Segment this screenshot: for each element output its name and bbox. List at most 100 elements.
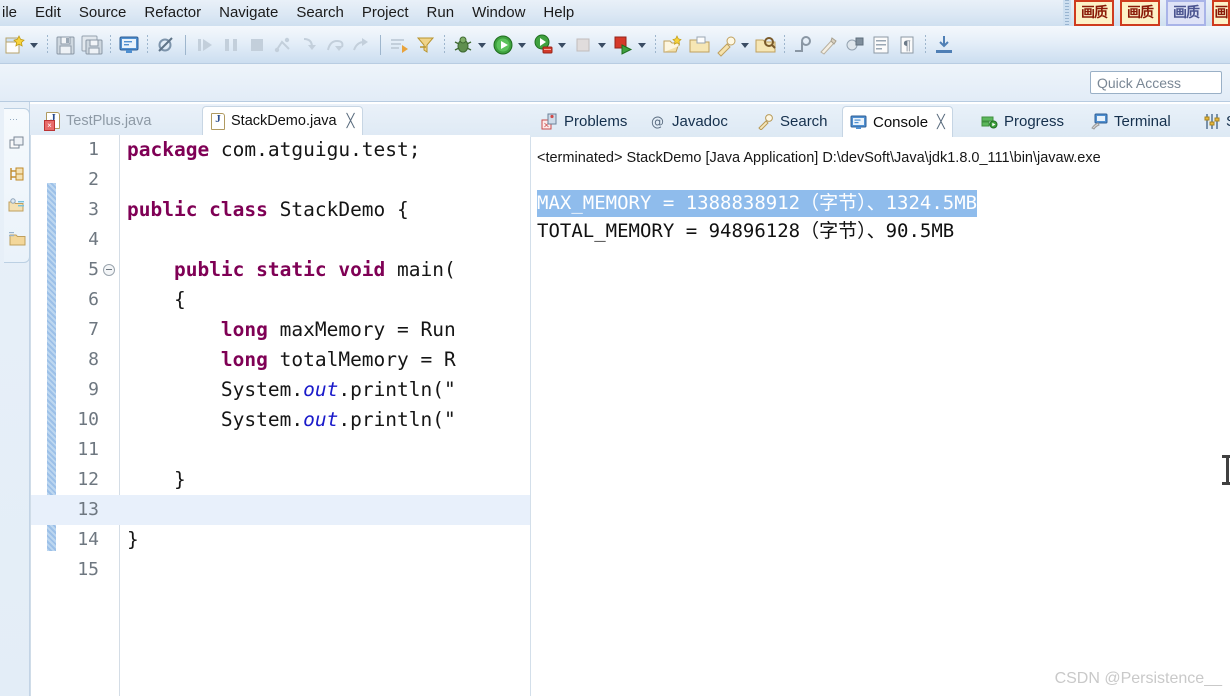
project-explorer-icon[interactable]: [8, 229, 26, 247]
menu-navigate[interactable]: Navigate: [210, 2, 287, 25]
save-all-icon[interactable]: [80, 33, 104, 57]
svg-text:@: @: [651, 115, 664, 130]
open-type-icon[interactable]: [714, 33, 738, 57]
package-explorer-icon[interactable]: [8, 197, 26, 215]
line-number: 4: [88, 229, 99, 250]
editor-tab-stackdemo[interactable]: StackDemo.java ╳: [202, 106, 364, 135]
terminate-icon[interactable]: [245, 33, 269, 57]
run-dropdown-arrow[interactable]: [516, 33, 528, 57]
new-class-icon[interactable]: [688, 33, 712, 57]
menu-edit[interactable]: Edit: [26, 2, 70, 25]
terminal-icon: [1091, 113, 1108, 130]
tab-progress[interactable]: Progress: [974, 106, 1071, 137]
menu-file[interactable]: ile: [0, 2, 26, 25]
editor-tab-bar: TestPlus.java StackDemo.java ╳: [30, 104, 530, 135]
new-wizard-icon[interactable]: [3, 33, 27, 57]
run-last-icon[interactable]: [611, 33, 635, 57]
search-dropdown-arrow[interactable]: [739, 33, 751, 57]
bottom-view-area: × Problems @ Javadoc Search Console ╳ Pr…: [530, 104, 1230, 696]
save-icon[interactable]: [54, 33, 78, 57]
code-editor[interactable]: 1 package com.atguigu.test; 2 3 public c…: [30, 135, 530, 696]
disconnect-icon[interactable]: [271, 33, 295, 57]
overlay-quality-button-4[interactable]: 画: [1212, 0, 1230, 26]
debug-dropdown-arrow[interactable]: [476, 33, 488, 57]
overlay-quality-button-1[interactable]: 画质: [1074, 0, 1114, 26]
tab-problems[interactable]: × Problems: [534, 106, 634, 137]
outline-view-icon[interactable]: [8, 165, 26, 183]
menu-help[interactable]: Help: [534, 2, 583, 25]
java-file-error-icon: [44, 112, 60, 131]
code-text: System.out.println(": [127, 378, 456, 401]
toolbar-divider-2: [380, 34, 381, 55]
close-icon[interactable]: ╳: [937, 114, 945, 130]
step-into-icon[interactable]: [297, 33, 321, 57]
search-icon[interactable]: [754, 33, 778, 57]
console-icon[interactable]: [117, 33, 141, 57]
menu-window[interactable]: Window: [463, 2, 534, 25]
code-text: public static void main(: [173, 258, 456, 281]
tab-terminal[interactable]: Terminal: [1084, 106, 1178, 137]
line-number: 2: [88, 169, 99, 190]
menu-source[interactable]: Source: [70, 2, 136, 25]
step-return-icon[interactable]: [349, 33, 373, 57]
coverage-icon[interactable]: [571, 33, 595, 57]
java-file-icon: [211, 112, 225, 130]
menu-refactor[interactable]: Refactor: [135, 2, 210, 25]
fast-view-panel: ⋯: [4, 108, 30, 263]
external-tools-icon[interactable]: [531, 33, 555, 57]
run-last-dropdown-arrow[interactable]: [636, 33, 648, 57]
new-dropdown-arrow[interactable]: [28, 33, 40, 57]
quick-access-input[interactable]: Quick Access: [1090, 71, 1222, 94]
toolbar-sep-5: [655, 34, 656, 55]
restore-icon[interactable]: [8, 135, 26, 153]
toolbar-sep-7: [925, 34, 926, 55]
pin-editor-icon[interactable]: [932, 33, 956, 57]
open-task-icon[interactable]: [791, 33, 815, 57]
new-java-package-icon[interactable]: [662, 33, 686, 57]
tab-javadoc[interactable]: @ Javadoc: [642, 106, 735, 137]
line-number: 9: [88, 379, 99, 400]
skip-breakpoints-icon[interactable]: [154, 33, 178, 57]
suspend-icon[interactable]: [219, 33, 243, 57]
external-dropdown-arrow[interactable]: [556, 33, 568, 57]
tab-servers[interactable]: S: [1196, 106, 1230, 137]
code-line-1: 1 package com.atguigu.test;: [31, 135, 530, 165]
use-step-filters-icon[interactable]: [414, 33, 438, 57]
code-line-9: 9 System.out.println(": [31, 375, 530, 405]
close-icon[interactable]: ╳: [347, 113, 355, 129]
run-icon[interactable]: [491, 33, 515, 57]
code-text: long maxMemory = Run: [220, 318, 456, 341]
text-cursor: [1222, 455, 1230, 485]
coverage-dropdown-arrow[interactable]: [596, 33, 608, 57]
step-over-icon[interactable]: [323, 33, 347, 57]
fold-collapse-icon[interactable]: [103, 264, 115, 276]
editor-tab-testplus[interactable]: TestPlus.java: [38, 106, 159, 135]
overlay-quality-button-2[interactable]: 画质: [1120, 0, 1160, 26]
main-toolbar: ¶: [0, 26, 1230, 64]
next-annotation-icon[interactable]: [817, 33, 841, 57]
previous-annotation-icon[interactable]: [843, 33, 867, 57]
progress-icon: [981, 113, 998, 130]
code-line-10: 10 System.out.println(": [31, 405, 530, 435]
toolbar-sep-2: [110, 34, 111, 55]
code-line-4: 4: [31, 225, 530, 255]
tab-search[interactable]: Search: [750, 106, 835, 137]
tab-label: Terminal: [1114, 113, 1171, 130]
tab-label: Javadoc: [672, 113, 728, 130]
last-edit-location-icon[interactable]: [869, 33, 893, 57]
overlay-quality-button-3[interactable]: 画质: [1166, 0, 1206, 26]
back-icon[interactable]: ¶: [895, 33, 919, 57]
debug-icon[interactable]: [451, 33, 475, 57]
overlay-grip[interactable]: [1063, 0, 1071, 26]
drop-to-frame-icon[interactable]: [388, 33, 412, 57]
code-line-14: 14 }: [31, 525, 530, 555]
menu-project[interactable]: Project: [353, 2, 418, 25]
menu-search[interactable]: Search: [287, 2, 353, 25]
console-output[interactable]: <terminated> StackDemo [Java Application…: [530, 137, 1230, 696]
line-number: 5: [88, 259, 99, 280]
menu-run[interactable]: Run: [418, 2, 464, 25]
fast-view-grip[interactable]: ⋯: [9, 114, 19, 125]
resume-icon[interactable]: [193, 33, 217, 57]
toolbar-sep-3: [147, 34, 148, 55]
tab-console[interactable]: Console ╳: [842, 106, 953, 137]
